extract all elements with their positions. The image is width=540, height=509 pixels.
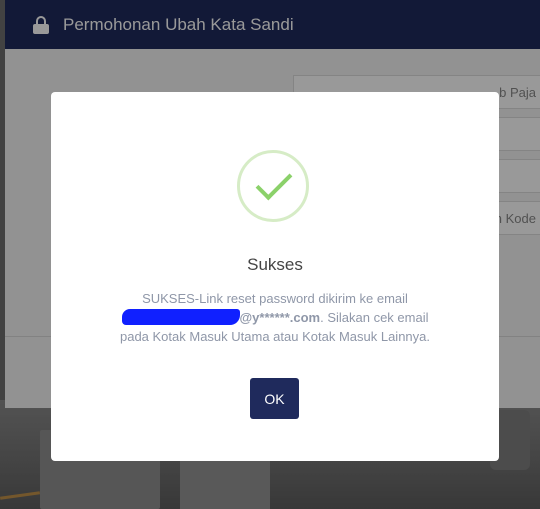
redacted-email — [121, 309, 240, 325]
masked-email: @y******.com — [239, 310, 321, 325]
dialog-title: Sukses — [247, 255, 303, 274]
ok-button[interactable]: OK — [250, 378, 299, 419]
message-line: pada Kotak Masuk Utama atau Kotak Masuk … — [119, 329, 430, 344]
success-dialog: Sukses SUKSES-Link reset password dikiri… — [51, 92, 499, 461]
dialog-message: SUKSES-Link reset password dikirim ke em… — [91, 289, 459, 346]
message-text: . Silakan cek email — [320, 310, 429, 325]
success-check-icon — [237, 150, 309, 222]
message-line: SUKSES-Link reset password dikirim ke em… — [142, 291, 408, 306]
message-line: @y******.com. Silakan cek email — [91, 308, 459, 327]
